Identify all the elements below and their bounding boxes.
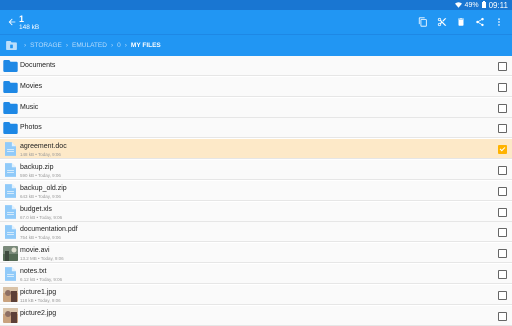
item-name: Movies bbox=[20, 82, 43, 90]
select-checkbox[interactable] bbox=[498, 290, 507, 300]
pdf-file-icon bbox=[3, 224, 18, 240]
folder-row[interactable]: Music bbox=[0, 97, 512, 118]
chevron-right-icon: › bbox=[65, 42, 69, 49]
breadcrumb-item-0[interactable]: › 0 bbox=[107, 42, 121, 49]
item-meta: 67.0 kB • Today, 9:06 bbox=[20, 214, 63, 220]
item-meta: 6.12 kB • Today, 9:06 bbox=[20, 277, 63, 282]
battery-text: 49% bbox=[464, 2, 479, 9]
item-name: Photos bbox=[20, 124, 42, 132]
item-name: notes.txt bbox=[20, 268, 47, 275]
file-row[interactable]: picture1.jpg 118 kB • Today, 9:06 bbox=[0, 284, 512, 305]
file-row[interactable]: movie.avi 13.2 MB • Today, 9:06 bbox=[0, 243, 512, 264]
item-meta: 754 kB • Today, 9:06 bbox=[20, 235, 61, 241]
selection-count: 1 bbox=[19, 14, 25, 24]
folder-icon bbox=[3, 120, 18, 136]
item-name: documentation.pdf bbox=[20, 226, 78, 234]
more-vert-icon bbox=[497, 18, 500, 26]
item-name: agreement.doc bbox=[20, 143, 67, 151]
select-checkbox[interactable] bbox=[498, 249, 507, 259]
app-bar: 1 148 kB bbox=[0, 10, 512, 34]
file-row[interactable]: agreement.doc 148 kB • Today, 9:06 bbox=[0, 139, 512, 160]
cut-button[interactable] bbox=[432, 12, 451, 32]
select-checkbox[interactable] bbox=[498, 186, 507, 196]
copy-button[interactable] bbox=[413, 12, 432, 32]
share-icon bbox=[475, 17, 484, 27]
scissors-icon bbox=[437, 17, 446, 27]
video-thumbnail bbox=[3, 245, 18, 261]
image-thumbnail bbox=[3, 308, 18, 324]
folder-row[interactable]: Photos bbox=[0, 118, 512, 139]
folder-icon bbox=[3, 79, 18, 95]
item-name: picture2.jpg bbox=[20, 309, 57, 317]
select-checkbox[interactable] bbox=[498, 62, 507, 71]
item-name: backup.zip bbox=[20, 164, 54, 171]
more-button[interactable] bbox=[489, 12, 508, 32]
item-meta: 643 kB • Today, 9:06 bbox=[20, 193, 61, 199]
zip-file-icon bbox=[3, 183, 18, 199]
clock: 09:11 bbox=[488, 1, 508, 10]
selection-size: 148 kB bbox=[19, 24, 40, 31]
item-meta: 148 kB • Today, 9:06 bbox=[20, 152, 61, 158]
item-name: budget.xls bbox=[20, 205, 52, 213]
breadcrumb: › STORAGE › EMULATED › 0 › MY FILES bbox=[0, 34, 512, 56]
select-checkbox[interactable] bbox=[498, 166, 507, 175]
file-row[interactable]: backup_old.zip 643 kB • Today, 9:06 bbox=[0, 180, 512, 201]
folder-row[interactable]: Movies bbox=[0, 76, 512, 97]
item-name: movie.avi bbox=[20, 247, 50, 255]
copy-icon bbox=[418, 17, 427, 27]
item-meta: 118 kB • Today, 9:06 bbox=[20, 297, 61, 303]
select-checkbox[interactable] bbox=[498, 103, 507, 113]
file-row[interactable]: budget.xls 67.0 kB • Today, 9:06 bbox=[0, 201, 512, 222]
select-checkbox[interactable] bbox=[498, 124, 507, 134]
zip-file-icon bbox=[3, 162, 18, 178]
select-checkbox[interactable] bbox=[498, 207, 507, 217]
txt-file-icon bbox=[3, 266, 18, 282]
share-button[interactable] bbox=[470, 12, 489, 32]
status-bar: 49% 09:11 bbox=[0, 0, 512, 10]
breadcrumb-item-my-files[interactable]: › MY FILES bbox=[121, 42, 161, 49]
breadcrumb-item-storage[interactable]: › STORAGE bbox=[20, 42, 62, 49]
item-name: backup_old.zip bbox=[20, 184, 67, 192]
select-checkbox[interactable] bbox=[498, 228, 507, 238]
chevron-right-icon: › bbox=[110, 42, 114, 49]
item-name: Documents bbox=[20, 62, 56, 69]
file-list: Documents Movies Music Photos agreement.doc 1… bbox=[0, 56, 512, 326]
image-thumbnail bbox=[3, 287, 18, 303]
breadcrumb-item-emulated[interactable]: › EMULATED bbox=[62, 42, 107, 49]
select-checkbox[interactable] bbox=[498, 82, 507, 92]
item-name: Music bbox=[20, 103, 39, 111]
arrow-back-icon bbox=[8, 18, 16, 26]
xls-file-icon bbox=[3, 204, 18, 220]
file-row[interactable]: backup.zip 590 kB • Today, 9:06 bbox=[0, 160, 512, 180]
folder-row[interactable]: Documents bbox=[0, 56, 512, 76]
item-meta: 13.2 MB • Today, 9:06 bbox=[20, 256, 64, 262]
sd-card-folder-icon bbox=[5, 41, 17, 50]
chevron-right-icon: › bbox=[24, 42, 27, 49]
delete-button[interactable] bbox=[451, 12, 470, 32]
file-row[interactable]: notes.txt 6.12 kB • Today, 9:06 bbox=[0, 264, 512, 284]
folder-icon bbox=[3, 100, 18, 116]
select-checkbox[interactable] bbox=[498, 145, 507, 155]
doc-file-icon bbox=[3, 141, 18, 157]
select-checkbox[interactable] bbox=[498, 270, 507, 279]
item-meta: 590 kB • Today, 9:06 bbox=[20, 173, 61, 178]
item-name: picture1.jpg bbox=[20, 288, 57, 296]
file-row[interactable]: documentation.pdf 754 kB • Today, 9:06 bbox=[0, 222, 512, 243]
select-checkbox[interactable] bbox=[498, 311, 507, 321]
storage-root-button[interactable] bbox=[2, 41, 20, 50]
chevron-right-icon: › bbox=[124, 42, 127, 49]
trash-icon bbox=[457, 18, 464, 26]
file-row[interactable]: picture2.jpg bbox=[0, 305, 512, 326]
folder-icon bbox=[3, 58, 18, 74]
